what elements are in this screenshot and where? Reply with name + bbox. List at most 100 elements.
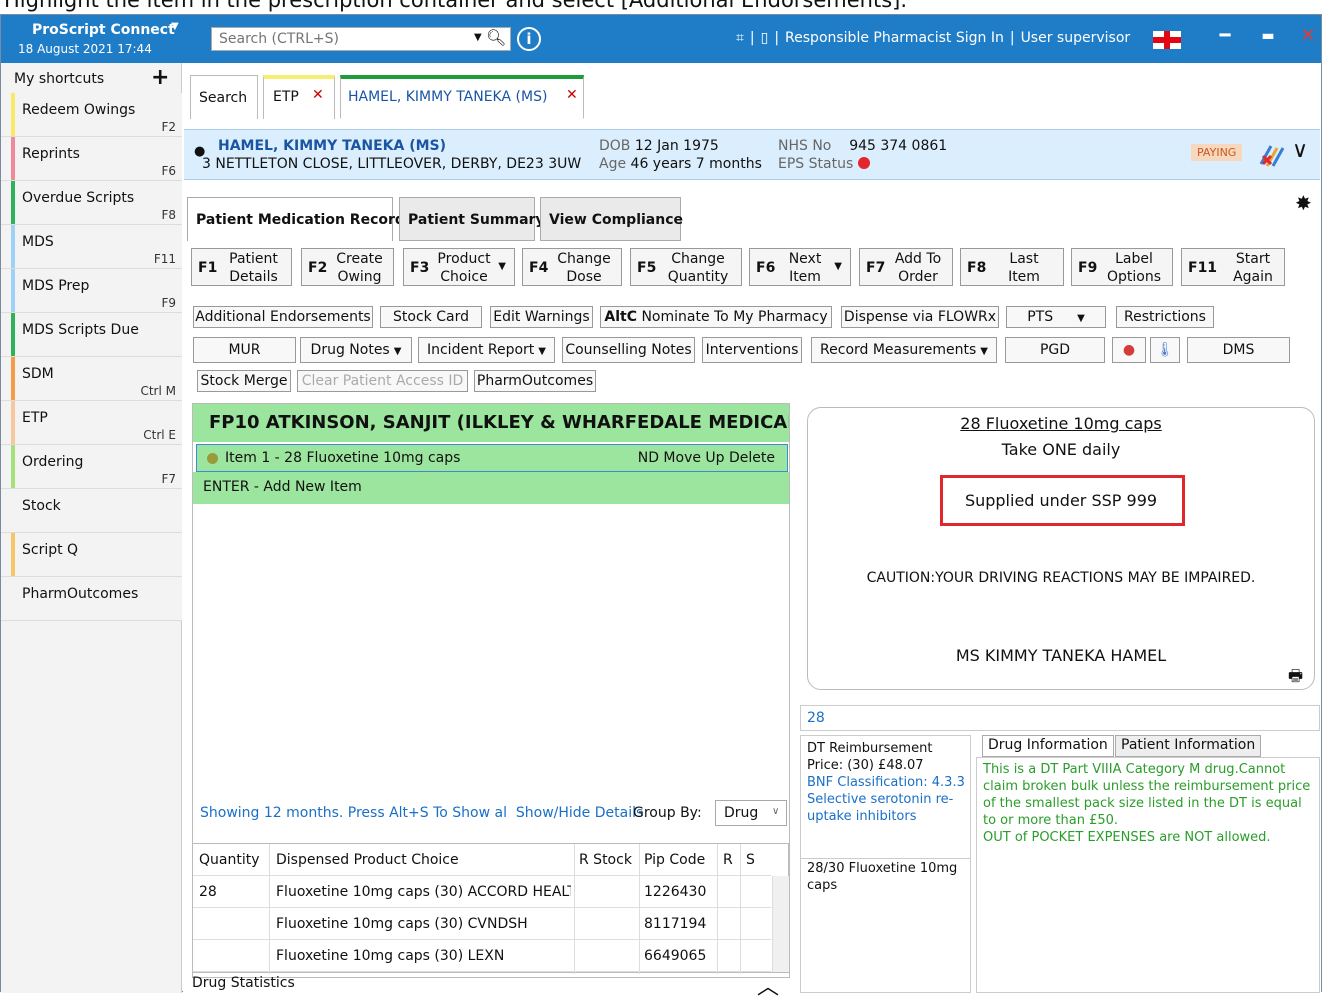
- maximize-icon[interactable]: ▬: [1255, 28, 1281, 54]
- product-choice-button[interactable]: F3 Product Choice ▼: [403, 248, 515, 286]
- thermometer-icon[interactable]: 🌡︎: [1150, 337, 1180, 363]
- create-owing-button[interactable]: F2 Create Owing: [301, 248, 394, 286]
- add-shortcut-icon[interactable]: +: [151, 65, 169, 90]
- sidebar-item-sdm[interactable]: SDM Ctrl M: [1, 357, 182, 401]
- nominate-button[interactable]: AltC Nominate To My Pharmacy: [600, 306, 832, 328]
- table-row[interactable]: Fluoxetine 10mg caps (30) LEXN 6649065: [193, 940, 771, 972]
- label-options-button[interactable]: F9 Label Options: [1071, 248, 1173, 286]
- column-header[interactable]: S: [746, 852, 755, 868]
- sidebar-item-label: SDM: [22, 366, 54, 382]
- interventions-button[interactable]: Interventions: [702, 337, 802, 363]
- pgd-button[interactable]: PGD: [1005, 337, 1105, 363]
- table-row[interactable]: Fluoxetine 10mg caps (30) CVNDSH 8117194: [193, 908, 771, 940]
- exemption-icon[interactable]: [1259, 142, 1287, 168]
- rp-sign-in-link[interactable]: Responsible Pharmacist Sign In: [785, 30, 1004, 46]
- item-actions[interactable]: ND Move Up Delete: [638, 450, 775, 466]
- tab-patient-information[interactable]: Patient Information: [1115, 735, 1262, 757]
- printer-icon[interactable]: 🖶: [1288, 665, 1303, 692]
- table-scrollbar[interactable]: [772, 876, 789, 972]
- close-tab-icon[interactable]: ✕: [566, 87, 578, 103]
- pts-dropdown[interactable]: PTS ▼: [1006, 306, 1106, 328]
- minimize-icon[interactable]: ━: [1212, 25, 1238, 51]
- scanner-icon[interactable]: ⌗: [736, 30, 744, 46]
- edit-warnings-button[interactable]: Edit Warnings: [490, 306, 593, 328]
- sidebar-item-mds[interactable]: MDS F11: [1, 225, 182, 269]
- next-item-button[interactable]: F6 Next Item ▼: [749, 248, 851, 286]
- chevron-down-icon[interactable]: ∨: [1292, 138, 1308, 163]
- close-icon[interactable]: ✕: [1295, 25, 1321, 51]
- age-value: 46 years 7 months: [630, 156, 762, 172]
- show-hide-details-link[interactable]: Show/Hide Details: [516, 805, 643, 821]
- prescription-header: FP10 ATKINSON, SANJIT (ILKLEY & WHARFEDA…: [193, 404, 789, 442]
- tab-etp[interactable]: ETP ✕: [263, 75, 335, 119]
- label-line-2: Options: [1106, 269, 1162, 285]
- gear-icon[interactable]: ✸: [1295, 191, 1312, 215]
- group-by-select[interactable]: Drug ∨: [715, 800, 787, 826]
- dispense-flowrx-button[interactable]: Dispense via FLOWRx: [841, 306, 999, 328]
- table-row[interactable]: 28 Fluoxetine 10mg caps (30) ACCORD HEALT…: [193, 876, 771, 908]
- history-range[interactable]: Showing 12 months. Press Alt+S To Show a…: [200, 805, 643, 821]
- drug-statistics-bar[interactable]: Drug Statistics ︿: [192, 975, 789, 1000]
- tab-search[interactable]: Search: [190, 75, 258, 119]
- prescription-item[interactable]: Item 1 - 28 Fluoxetine 10mg caps ND Move…: [196, 444, 788, 472]
- label-line-2: Quantity: [667, 269, 729, 285]
- tab-patient-medication-record[interactable]: Patient Medication Record: [187, 197, 405, 241]
- restrictions-button[interactable]: Restrictions: [1116, 306, 1214, 328]
- incident-report-dropdown[interactable]: Incident Report ▼: [418, 337, 555, 363]
- quantity-field[interactable]: 28: [800, 705, 1320, 731]
- search-input[interactable]: [212, 28, 452, 50]
- sidebar-item-redeem-owings[interactable]: Redeem Owings F2: [1, 93, 182, 137]
- record-measurements-dropdown[interactable]: Record Measurements ▼: [811, 337, 997, 363]
- column-header[interactable]: Dispensed Product Choice: [276, 852, 459, 868]
- sidebar-item-label: MDS Scripts Due: [22, 322, 139, 338]
- column-header[interactable]: Pip Code: [644, 852, 705, 868]
- sidebar-item-reprints[interactable]: Reprints F6: [1, 137, 182, 181]
- chevron-down-icon: ∨: [772, 806, 780, 817]
- pharmoutcomes-button[interactable]: PharmOutcomes: [474, 370, 596, 392]
- column-header[interactable]: R Stock: [579, 852, 632, 868]
- user-link[interactable]: User supervisor: [1021, 30, 1131, 46]
- sidebar-item-ordering[interactable]: Ordering F7: [1, 445, 182, 489]
- tab-view-compliance[interactable]: View Compliance: [540, 197, 683, 241]
- sidebar-item-stock[interactable]: Stock: [1, 489, 182, 533]
- change-dose-button[interactable]: F4 Change Dose: [522, 248, 622, 286]
- tab-drug-information[interactable]: Drug Information: [982, 735, 1114, 757]
- last-item-button[interactable]: F8 Last Item: [960, 248, 1064, 286]
- close-tab-icon[interactable]: ✕: [312, 87, 324, 103]
- dms-button[interactable]: DMS: [1187, 337, 1290, 363]
- info-icon[interactable]: i: [517, 27, 541, 51]
- patient-name[interactable]: HAMEL, KIMMY TANEKA (MS): [218, 138, 446, 154]
- button-label: Product Choice: [432, 250, 496, 286]
- sidebar-item-etp[interactable]: ETP Ctrl E: [1, 401, 182, 445]
- sidebar-item-overdue-scripts[interactable]: Overdue Scripts F8: [1, 181, 182, 225]
- apple-icon[interactable]: ●: [1112, 337, 1146, 363]
- smartcard-icon[interactable]: ▯: [761, 30, 769, 46]
- additional-endorsements-button[interactable]: Additional Endorsements: [193, 306, 373, 328]
- label-caution: CAUTION:YOUR DRIVING REACTIONS MAY BE IM…: [866, 570, 1256, 586]
- column-header[interactable]: Quantity: [199, 852, 260, 868]
- search-icon[interactable]: 🔍︎: [486, 28, 506, 47]
- stock-card-button[interactable]: Stock Card: [380, 306, 482, 328]
- chevron-up-icon[interactable]: ︿: [757, 969, 779, 1001]
- counselling-notes-button[interactable]: Counselling Notes: [562, 337, 695, 363]
- sidebar-item-pharmoutcomes[interactable]: PharmOutcomes: [1, 577, 182, 621]
- search-dropdown-icon[interactable]: ▼: [474, 32, 482, 43]
- sidebar-item-mds-prep[interactable]: MDS Prep F9: [1, 269, 182, 313]
- shortcut-key: Ctrl M: [140, 384, 176, 398]
- start-again-button[interactable]: F11 Start Again: [1181, 248, 1285, 286]
- patient-details-button[interactable]: F1 Patient Details: [191, 248, 292, 286]
- sidebar-item-mds-scripts-due[interactable]: MDS Scripts Due: [1, 313, 182, 357]
- app-menu[interactable]: ProScript Connect ▼ 18 August 2021 17:44: [1, 15, 186, 63]
- tab-patient-summary[interactable]: Patient Summary: [399, 197, 545, 241]
- dt-title: DT Reimbursement: [807, 741, 933, 756]
- mur-button[interactable]: MUR: [193, 337, 296, 363]
- add-new-item-row[interactable]: ENTER - Add New Item: [193, 472, 789, 504]
- add-to-order-button[interactable]: F7 Add To Order: [859, 248, 953, 286]
- tab-patient[interactable]: HAMEL, KIMMY TANEKA (MS) ✕: [340, 75, 584, 119]
- stock-merge-button[interactable]: Stock Merge: [197, 370, 291, 392]
- shortcuts-header: My shortcuts +: [1, 63, 182, 93]
- change-quantity-button[interactable]: F5 Change Quantity: [630, 248, 742, 286]
- sidebar-item-script-q[interactable]: Script Q: [1, 533, 182, 577]
- column-header[interactable]: R: [723, 852, 733, 868]
- drug-notes-dropdown[interactable]: Drug Notes ▼: [300, 337, 412, 363]
